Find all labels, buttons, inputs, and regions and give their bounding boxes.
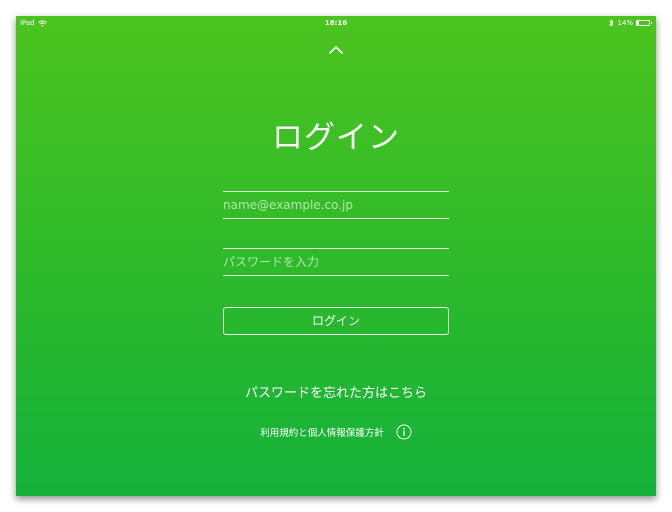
battery-level: [637, 21, 639, 25]
email-field-container: [223, 191, 449, 219]
bluetooth-icon: [609, 19, 615, 27]
info-button[interactable]: [396, 424, 412, 440]
page-title: ログイン: [272, 120, 400, 156]
status-right: 14%: [609, 16, 652, 30]
app-screen: iPad 18:16 14% ログイン name@example.co.jp ロ…: [16, 16, 656, 496]
battery-icon: [636, 20, 652, 26]
terms-row: 利用規約と個人情報保護方針: [16, 424, 656, 440]
login-button[interactable]: ログイン: [223, 307, 449, 335]
status-time: 18:16: [324, 19, 348, 27]
info-icon: [396, 424, 412, 440]
email-input[interactable]: [223, 192, 449, 218]
battery-percent: 14%: [617, 19, 633, 27]
forgot-password-link[interactable]: パスワードを忘れた方はこちら: [16, 382, 656, 401]
status-bar: iPad 18:16 14%: [16, 16, 656, 30]
password-field-container: [223, 248, 449, 276]
password-input[interactable]: [223, 249, 449, 275]
terms-link[interactable]: 利用規約と個人情報保護方針: [260, 425, 384, 439]
collapse-button[interactable]: [326, 42, 346, 58]
chevron-up-icon: [329, 46, 343, 54]
